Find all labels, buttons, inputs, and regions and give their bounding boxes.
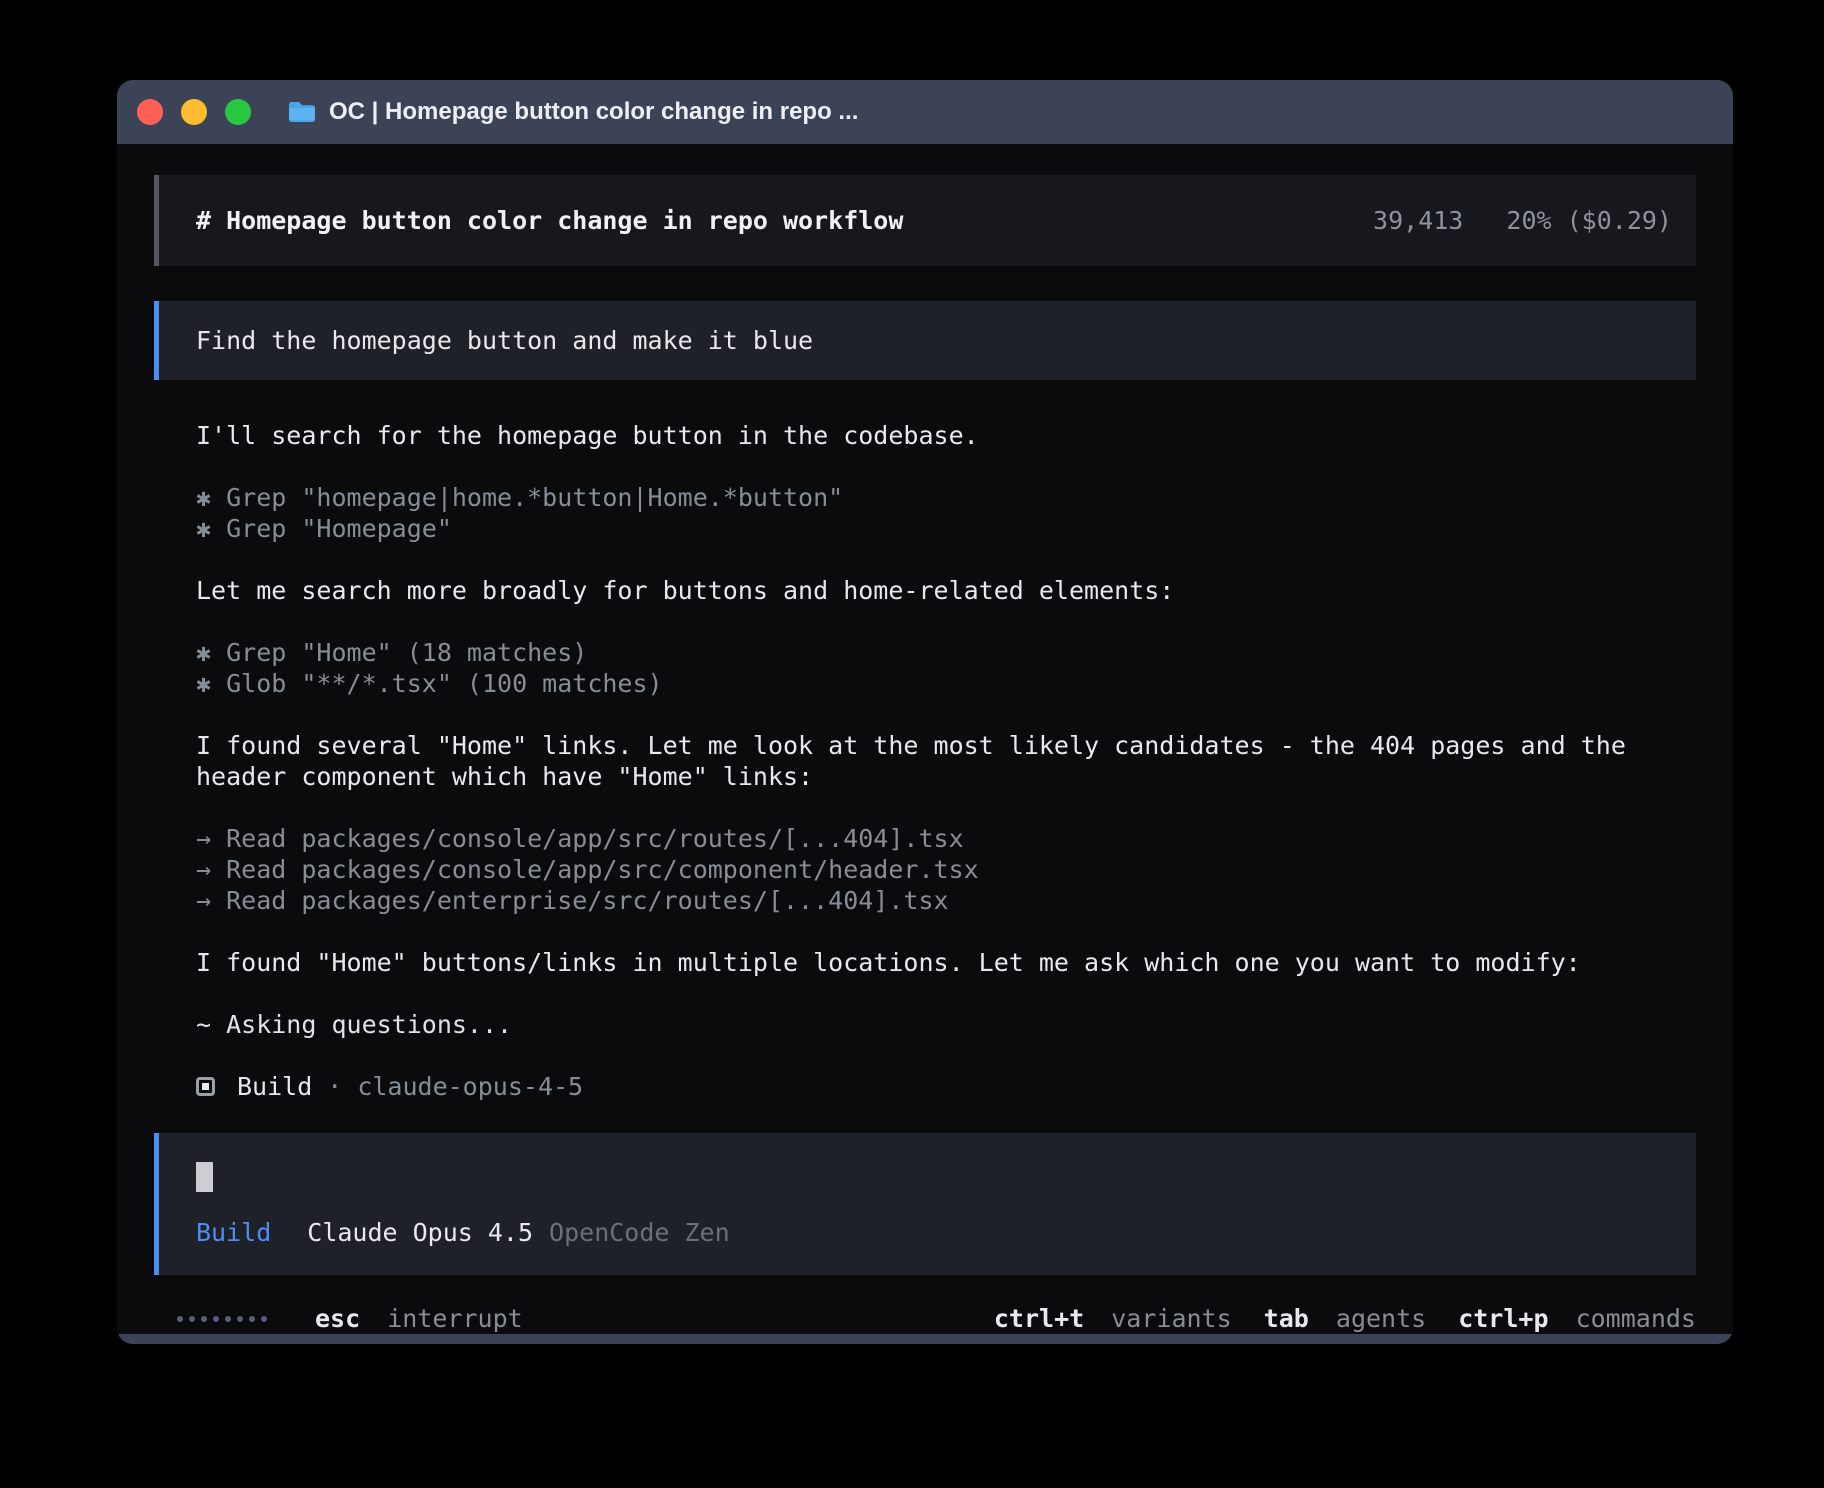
- minimize-button[interactable]: [181, 99, 207, 125]
- status-bar: esc interrupt ctrl+t variants tab agents…: [154, 1303, 1696, 1334]
- tool-call-glob: ✱ Glob "**/*.tsx" (100 matches): [196, 668, 1696, 699]
- shortcut-key: ctrl+p: [1458, 1304, 1548, 1333]
- context-usage: 20% ($0.29): [1506, 206, 1672, 235]
- titlebar: OC | Homepage button color change in rep…: [117, 80, 1733, 144]
- agent-mode-badge[interactable]: Build: [196, 1217, 271, 1248]
- agent-name: Build: [237, 1071, 312, 1102]
- shortcut-key: tab: [1264, 1304, 1309, 1333]
- agent-build-icon: [196, 1077, 215, 1096]
- session-stats: 39,413 20% ($0.29): [1373, 205, 1672, 236]
- model-label: Claude Opus 4.5: [307, 1217, 533, 1248]
- esc-key: esc: [315, 1304, 360, 1333]
- assistant-message: I found "Home" buttons/links in multiple…: [196, 947, 1696, 978]
- shortcut-label: variants: [1111, 1304, 1231, 1333]
- terminal-content: # Homepage button color change in repo w…: [117, 144, 1733, 1334]
- terminal-window: OC | Homepage button color change in rep…: [117, 80, 1733, 1344]
- esc-label: interrupt: [387, 1304, 522, 1333]
- zoom-button[interactable]: [225, 99, 251, 125]
- window-title: OC | Homepage button color change in rep…: [329, 98, 858, 126]
- esc-hint: esc interrupt: [315, 1303, 523, 1334]
- folder-icon: [287, 100, 317, 124]
- prompt-footer: Build Claude Opus 4.5 OpenCode Zen: [196, 1217, 1672, 1248]
- shortcut-commands: ctrl+p commands: [1458, 1303, 1696, 1334]
- agent-model: claude-opus-4-5: [357, 1071, 583, 1102]
- shortcut-key: ctrl+t: [994, 1304, 1084, 1333]
- prompt-input[interactable]: Build Claude Opus 4.5 OpenCode Zen: [154, 1133, 1696, 1275]
- user-message: Find the homepage button and make it blu…: [154, 301, 1696, 380]
- tool-call-grep: ✱ Grep "homepage|home.*button|Home.*butt…: [196, 482, 1696, 513]
- tool-call-grep: ✱ Grep "Homepage": [196, 513, 1696, 544]
- shortcut-label: commands: [1576, 1304, 1696, 1333]
- shortcut-label: agents: [1336, 1304, 1426, 1333]
- tool-call-grep: ✱ Grep "Home" (18 matches): [196, 637, 1696, 668]
- shortcut-variants: ctrl+t variants: [994, 1303, 1232, 1334]
- chat-log: I'll search for the homepage button in t…: [154, 420, 1696, 1102]
- session-title: # Homepage button color change in repo w…: [196, 205, 903, 236]
- progress-dots: [177, 1316, 267, 1322]
- tool-call-read: → Read packages/enterprise/src/routes/[.…: [196, 885, 1696, 916]
- shortcut-hints: ctrl+t variants tab agents ctrl+p comman…: [994, 1303, 1696, 1334]
- asking-status-line: ~ Asking questions...: [196, 1009, 1696, 1040]
- agent-separator: ·: [327, 1071, 342, 1102]
- tool-call-read: → Read packages/console/app/src/routes/[…: [196, 823, 1696, 854]
- token-count: 39,413: [1373, 206, 1463, 235]
- provider-label: OpenCode Zen: [549, 1217, 730, 1248]
- close-button[interactable]: [137, 99, 163, 125]
- window-controls: [137, 99, 251, 125]
- assistant-message: I found several "Home" links. Let me loo…: [196, 730, 1696, 792]
- tool-call-read: → Read packages/console/app/src/componen…: [196, 854, 1696, 885]
- assistant-message: I'll search for the homepage button in t…: [196, 420, 1696, 451]
- input-cursor: [196, 1162, 213, 1192]
- session-header: # Homepage button color change in repo w…: [154, 175, 1696, 266]
- agent-status-line: Build · claude-opus-4-5: [196, 1071, 1696, 1102]
- shortcut-agents: tab agents: [1264, 1303, 1427, 1334]
- user-message-text: Find the homepage button and make it blu…: [196, 325, 813, 356]
- assistant-message: Let me search more broadly for buttons a…: [196, 575, 1696, 606]
